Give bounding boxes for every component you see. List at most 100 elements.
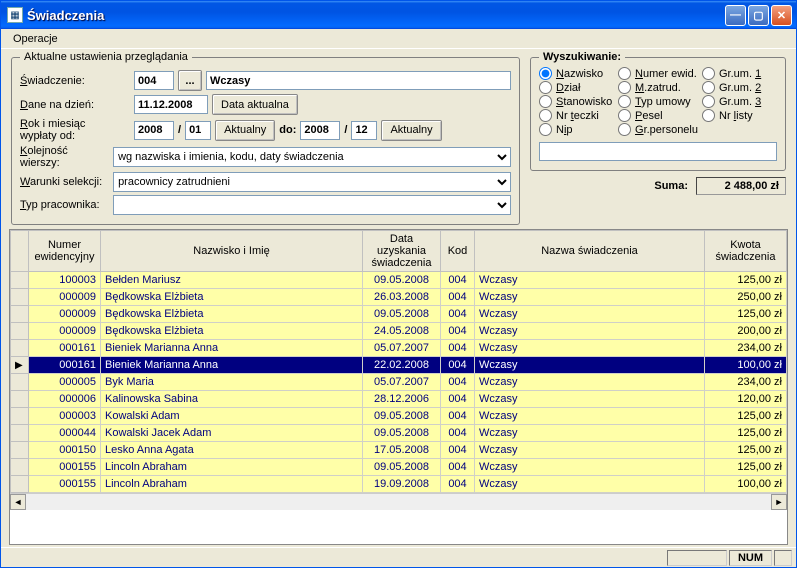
search-radio[interactable]	[539, 95, 552, 108]
search-radio[interactable]	[539, 67, 552, 80]
swiadczenie-code-input[interactable]	[134, 71, 174, 90]
col-nr[interactable]: Numer ewidencyjny	[29, 231, 101, 272]
cell-nr: 000009	[29, 289, 101, 306]
search-input[interactable]	[539, 142, 777, 161]
cell-name: Będkowska Elżbieta	[101, 323, 363, 340]
search-radio[interactable]	[618, 109, 631, 122]
row-marker	[11, 442, 29, 459]
row-marker	[11, 476, 29, 493]
col-selector[interactable]	[11, 231, 29, 272]
col-kwota[interactable]: Kwota świadczenia	[705, 231, 787, 272]
cell-date: 24.05.2008	[363, 323, 441, 340]
aktualny-do-button[interactable]: Aktualny	[381, 120, 441, 141]
table-row[interactable]: 000044Kowalski Jacek Adam09.05.2008004Wc…	[11, 425, 787, 442]
cell-kwota: 125,00 zł	[705, 272, 787, 289]
search-option-nr-teczki[interactable]: Nr teczki	[539, 109, 614, 122]
warunki-select[interactable]: pracownicy zatrudnieni	[113, 172, 511, 192]
scroll-right-icon[interactable]: ►	[771, 494, 787, 510]
search-option-m-zatrud-[interactable]: M.zatrud.	[618, 81, 698, 94]
rok-do-input[interactable]	[300, 121, 340, 140]
aktualny-od-button[interactable]: Aktualny	[215, 120, 275, 141]
search-option-gr-um-1[interactable]: Gr.um. 1	[702, 67, 777, 80]
search-option-gr-um-3[interactable]: Gr.um. 3	[702, 95, 777, 108]
typ-select[interactable]	[113, 195, 511, 215]
menu-operacje[interactable]: Operacje	[7, 31, 64, 47]
col-nazwa[interactable]: Nazwa świadczenia	[475, 231, 705, 272]
scroll-track[interactable]	[26, 494, 771, 510]
search-radio[interactable]	[702, 81, 715, 94]
search-radio[interactable]	[702, 109, 715, 122]
table-row[interactable]: 000005Byk Maria05.07.2007004Wczasy234,00…	[11, 374, 787, 391]
search-radio-grid: Nazwisko Numer ewid. Gr.um. 1 Dział M.zatrud…	[539, 67, 777, 136]
table-row[interactable]: 100003Bełden Mariusz09.05.2008004Wczasy1…	[11, 272, 787, 289]
cell-kod: 004	[441, 357, 475, 374]
kolejnosc-select[interactable]: wg nazwiska i imienia, kodu, daty świadc…	[113, 147, 511, 167]
search-radio[interactable]	[702, 95, 715, 108]
table-row[interactable]: 000003Kowalski Adam09.05.2008004Wczasy12…	[11, 408, 787, 425]
table-row[interactable]: 000161Bieniek Marianna Anna05.07.2007004…	[11, 340, 787, 357]
cell-nr: 000155	[29, 459, 101, 476]
search-option-nip[interactable]: Nip	[539, 123, 614, 136]
search-option-stanowisko[interactable]: Stanowisko	[539, 95, 614, 108]
search-option-dzia-[interactable]: Dział	[539, 81, 614, 94]
rok-label: Rok i miesiącwypłaty od:	[20, 118, 130, 142]
cell-kwota: 200,00 zł	[705, 323, 787, 340]
search-option-typ-umowy[interactable]: Typ umowy	[618, 95, 698, 108]
table-row[interactable]: 000155Lincoln Abraham19.09.2008004Wczasy…	[11, 476, 787, 493]
search-radio[interactable]	[539, 81, 552, 94]
mies-do-input[interactable]	[351, 121, 377, 140]
row-marker: ▶	[11, 357, 29, 374]
search-radio[interactable]	[702, 67, 715, 80]
data-aktualna-button[interactable]: Data aktualna	[212, 94, 298, 115]
slash2: /	[344, 124, 347, 136]
close-button[interactable]: ✕	[771, 5, 792, 26]
row-marker	[11, 289, 29, 306]
col-kod[interactable]: Kod	[441, 231, 475, 272]
cell-date: 17.05.2008	[363, 442, 441, 459]
minimize-button[interactable]: —	[725, 5, 746, 26]
search-option-nazwisko[interactable]: Nazwisko	[539, 67, 614, 80]
table-row[interactable]: 000009Będkowska Elżbieta09.05.2008004Wcz…	[11, 306, 787, 323]
cell-name: Będkowska Elżbieta	[101, 289, 363, 306]
table-row[interactable]: 000155Lincoln Abraham09.05.2008004Wczasy…	[11, 459, 787, 476]
search-option-numer-ewid-[interactable]: Numer ewid.	[618, 67, 698, 80]
search-radio[interactable]	[618, 81, 631, 94]
table-row[interactable]: 000006Kalinowska Sabina28.12.2006004Wcza…	[11, 391, 787, 408]
search-radio[interactable]	[618, 123, 631, 136]
cell-date: 28.12.2006	[363, 391, 441, 408]
table-row[interactable]: 000150Lesko Anna Agata17.05.2008004Wczas…	[11, 442, 787, 459]
swiadczenie-browse-button[interactable]: ...	[178, 70, 202, 91]
mies-od-input[interactable]	[185, 121, 211, 140]
cell-kwota: 125,00 zł	[705, 306, 787, 323]
dane-date-input[interactable]	[134, 95, 208, 114]
data-grid[interactable]: Numer ewidencyjny Nazwisko i Imię Data u…	[9, 229, 788, 545]
search-option-nr-listy[interactable]: Nr listy	[702, 109, 777, 122]
scroll-left-icon[interactable]: ◄	[10, 494, 26, 510]
window-title: Świadczenia	[27, 8, 723, 23]
search-option-pesel[interactable]: Pesel	[618, 109, 698, 122]
cell-name: Kowalski Jacek Adam	[101, 425, 363, 442]
cell-nr: 000003	[29, 408, 101, 425]
table-row[interactable]: 000009Będkowska Elżbieta26.03.2008004Wcz…	[11, 289, 787, 306]
search-radio[interactable]	[539, 109, 552, 122]
cell-nr: 000006	[29, 391, 101, 408]
col-name[interactable]: Nazwisko i Imię	[101, 231, 363, 272]
col-date[interactable]: Data uzyskania świadczenia	[363, 231, 441, 272]
sum-row: Suma: 2 488,00 zł	[528, 177, 786, 195]
rok-od-input[interactable]	[134, 121, 174, 140]
cell-kod: 004	[441, 272, 475, 289]
search-radio[interactable]	[539, 123, 552, 136]
search-option-gr-personelu[interactable]: Gr.personelu	[618, 123, 698, 136]
search-option-gr-um-2[interactable]: Gr.um. 2	[702, 81, 777, 94]
cell-name: Kowalski Adam	[101, 408, 363, 425]
maximize-button[interactable]: ▢	[748, 5, 769, 26]
cell-kwota: 120,00 zł	[705, 391, 787, 408]
table-row[interactable]: ▶000161Bieniek Marianna Anna22.02.200800…	[11, 357, 787, 374]
horizontal-scrollbar[interactable]: ◄ ►	[10, 493, 787, 509]
cell-date: 26.03.2008	[363, 289, 441, 306]
table-row[interactable]: 000009Będkowska Elżbieta24.05.2008004Wcz…	[11, 323, 787, 340]
search-option-label: Typ umowy	[635, 96, 691, 108]
search-radio[interactable]	[618, 95, 631, 108]
typ-label: Typ pracownika:	[20, 199, 109, 211]
search-radio[interactable]	[618, 67, 631, 80]
